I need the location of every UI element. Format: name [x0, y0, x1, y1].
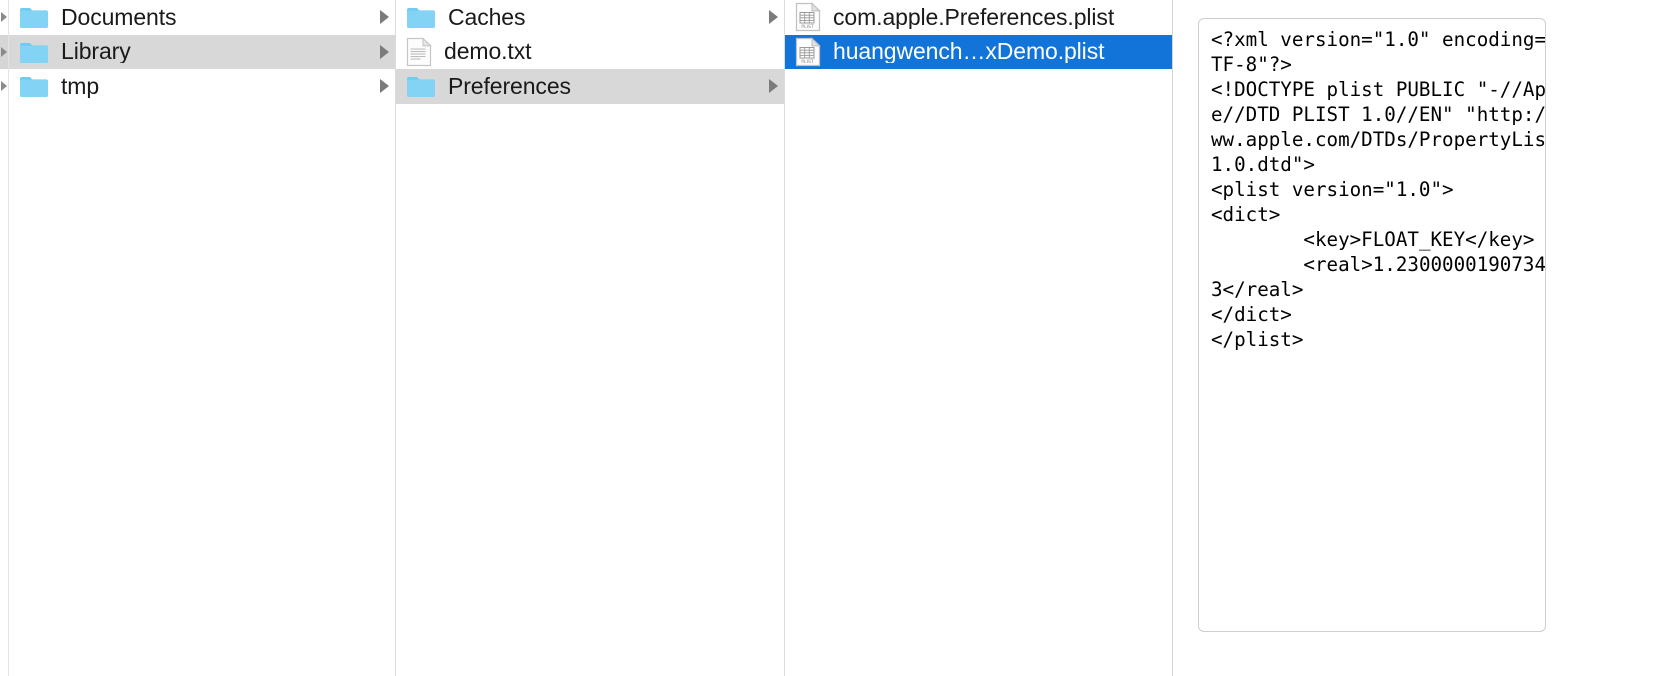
edge-row[interactable] [0, 0, 8, 35]
chevron-right-icon [1, 81, 7, 92]
list-item-label: Library [61, 40, 131, 64]
list-item-label: tmp [61, 74, 100, 98]
plist-document-icon: PLIST [795, 2, 821, 32]
list-item[interactable]: PLIST huangwench…xDemo.plist [785, 34, 1172, 70]
plist-xml-preview-text: <?xml version="1.0" encoding="UTF-8"?> <… [1211, 28, 1546, 351]
list-item-label: Caches [448, 5, 526, 29]
edge-row[interactable] [0, 69, 8, 104]
browser-column-3: PLIST com.apple.Preferences.plist PLIST … [785, 0, 1172, 676]
list-item-label: Documents [61, 5, 177, 29]
edge-row[interactable] [0, 34, 8, 70]
list-item-label: Preferences [448, 74, 571, 98]
chevron-right-icon[interactable] [380, 44, 389, 59]
folder-icon [406, 5, 436, 29]
folder-icon [19, 40, 49, 64]
plist-document-icon: PLIST [795, 37, 821, 67]
text-document-icon [406, 37, 432, 67]
chevron-right-icon[interactable] [380, 10, 389, 25]
preview-content-box[interactable]: <?xml version="1.0" encoding="UTF-8"?> <… [1198, 18, 1546, 632]
list-item[interactable]: Preferences [396, 69, 784, 104]
plist-badge-text: PLIST [801, 59, 814, 65]
column-browser: Documents Library tmp Caches demo.txt Pr… [0, 0, 1172, 676]
list-item[interactable]: Caches [396, 0, 784, 35]
list-item[interactable]: PLIST com.apple.Preferences.plist [785, 0, 1172, 35]
folder-icon [19, 5, 49, 29]
chevron-right-icon[interactable] [769, 79, 778, 94]
list-item[interactable]: demo.txt [396, 35, 784, 70]
folder-icon [19, 74, 49, 98]
preview-pane: <?xml version="1.0" encoding="UTF-8"?> <… [1172, 0, 1654, 676]
chevron-right-icon [1, 12, 7, 23]
browser-column-1: Documents Library tmp [9, 0, 396, 676]
list-item[interactable]: tmp [9, 69, 395, 104]
browser-column-2: Caches demo.txt Preferences [396, 0, 785, 676]
chevron-right-icon[interactable] [769, 10, 778, 25]
chevron-right-icon [1, 46, 7, 57]
list-item-label: huangwench…xDemo.plist [833, 40, 1105, 64]
list-item-label: demo.txt [444, 40, 532, 64]
previous-column-edge[interactable] [0, 0, 9, 676]
list-item-label: com.apple.Preferences.plist [833, 5, 1115, 29]
folder-icon [406, 74, 436, 98]
chevron-right-icon[interactable] [380, 79, 389, 94]
list-item[interactable]: Documents [9, 0, 395, 35]
plist-badge-text: PLIST [801, 24, 814, 30]
list-item[interactable]: Library [9, 34, 395, 70]
